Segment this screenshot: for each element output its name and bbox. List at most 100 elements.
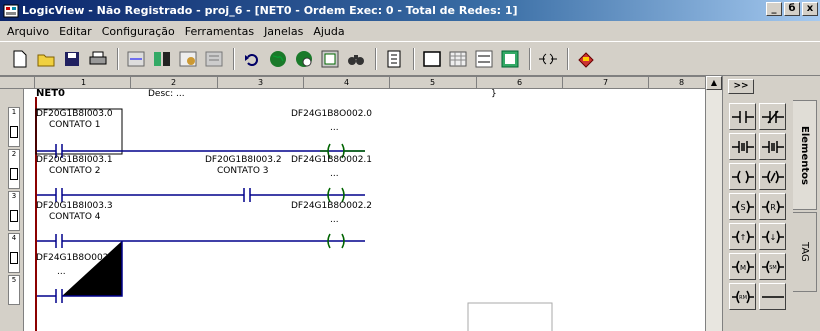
window-title: LogicView - Não Registrado - proj_6 - [N…: [22, 4, 518, 17]
hardware-icon[interactable]: [318, 47, 341, 70]
negated-coil-icon[interactable]: [759, 163, 786, 190]
find-icon[interactable]: [344, 47, 367, 70]
erase-icon[interactable]: [574, 47, 597, 70]
coil-3-tag[interactable]: DF24G1B8O002.2: [291, 201, 372, 211]
coil-1-tag[interactable]: DF24G1B8O002.0: [291, 109, 372, 119]
undo-icon[interactable]: [240, 47, 263, 70]
horizontal-wire-icon[interactable]: [759, 283, 786, 310]
memory-coil-icon[interactable]: M: [729, 253, 756, 280]
contact-1-tag[interactable]: DF20G1B8I003.0: [36, 109, 113, 119]
contact-5-tag[interactable]: DF24G1B8O002.2: [36, 253, 117, 263]
no-contact-icon[interactable]: [729, 103, 756, 130]
set-memory-coil-icon[interactable]: SM: [759, 253, 786, 280]
net-name: NET0: [36, 88, 65, 99]
menu-bar: Arquivo Editar Configuração Ferramentas …: [0, 21, 820, 41]
print-icon[interactable]: [86, 47, 109, 70]
toolbar-separator: [375, 47, 377, 70]
pos-transition-contact-icon[interactable]: [729, 133, 756, 160]
reset-coil-icon[interactable]: R: [759, 193, 786, 220]
reset-memory-coil-icon[interactable]: RM: [729, 283, 756, 310]
save-disk-icon[interactable]: [60, 47, 83, 70]
app-logo-icon: [3, 4, 19, 17]
coil-3-name: ...: [330, 215, 339, 225]
coil-insert-icon[interactable]: [536, 47, 559, 70]
logicview-window: LogicView - Não Registrado - proj_6 - [N…: [0, 0, 820, 331]
close-button[interactable]: x: [802, 2, 818, 16]
empty-cell-outline: [467, 302, 553, 331]
no-contact-2: [55, 188, 63, 202]
grid-icon[interactable]: [446, 47, 469, 70]
vertical-scrollbar[interactable]: ▲: [705, 76, 722, 331]
rung-3: [37, 233, 365, 303]
ruler-col: 6: [476, 77, 562, 89]
fbd-view-icon[interactable]: [150, 47, 173, 70]
menu-ajuda[interactable]: Ajuda: [308, 25, 349, 38]
no-contact-4: [55, 234, 63, 248]
svg-text:S: S: [740, 203, 745, 212]
coil-2-tag[interactable]: DF24G1B8O002.1: [291, 155, 372, 165]
toolbar-separator: [413, 47, 415, 70]
nc-contact-icon[interactable]: [759, 103, 786, 130]
minimize-button[interactable]: _: [766, 2, 782, 16]
globe-refresh-icon[interactable]: [292, 47, 315, 70]
ladder-editor[interactable]: 1 2 3 4 5 6 7 8 1 2 3 4 5 NET0 Desc: ...…: [0, 76, 705, 331]
title-bar[interactable]: LogicView - Não Registrado - proj_6 - [N…: [0, 0, 820, 21]
contact-1-name: CONTATO 1: [49, 120, 101, 130]
ruler-col: 4: [303, 77, 389, 89]
rung-2: [37, 187, 365, 203]
contact-5-name: ...: [57, 267, 66, 277]
function-block-icon[interactable]: [382, 47, 405, 70]
ladder-view-icon[interactable]: [124, 47, 147, 70]
tab-tag[interactable]: TAG: [793, 212, 817, 292]
neg-transition-coil-icon[interactable]: ↓: [759, 223, 786, 250]
coil-1-name: ...: [330, 123, 339, 133]
expand-panel-button[interactable]: >>: [728, 79, 754, 94]
no-contact-5: [55, 289, 63, 303]
contact-3-tag[interactable]: DF20G1B8I003.2: [205, 155, 282, 165]
menu-editar[interactable]: Editar: [54, 25, 97, 38]
tag-table-icon[interactable]: [498, 47, 521, 70]
svg-text:R: R: [770, 203, 776, 212]
ruler-col: 8: [648, 77, 705, 89]
net-description: Desc: ...: [148, 89, 185, 99]
menu-configuracao[interactable]: Configuração: [97, 25, 180, 38]
scroll-up-button[interactable]: ▲: [706, 76, 722, 90]
toolbar-separator: [117, 47, 119, 70]
svg-text:SM: SM: [769, 265, 777, 271]
svg-text:↓: ↓: [769, 233, 776, 242]
ruler-col: 2: [130, 77, 217, 89]
config-icon[interactable]: [202, 47, 225, 70]
rect-icon[interactable]: [420, 47, 443, 70]
coil-icon[interactable]: [729, 163, 756, 190]
contact-4-tag[interactable]: DF20G1B8I003.3: [36, 201, 113, 211]
toolbar-separator: [529, 47, 531, 70]
ruler-col: 7: [562, 77, 648, 89]
set-coil-icon[interactable]: S: [729, 193, 756, 220]
open-folder-icon[interactable]: [34, 47, 57, 70]
description-end: }: [491, 89, 497, 99]
column-ruler: 1 2 3 4 5 6 7 8: [0, 77, 705, 89]
coil-2-name: ...: [330, 169, 339, 179]
contact-2-tag[interactable]: DF20G1B8I003.1: [36, 155, 113, 165]
menu-arquivo[interactable]: Arquivo: [2, 25, 54, 38]
elements-panel: >> S R ↑ ↓ M SM RM Elementos TAG: [722, 76, 820, 331]
svg-text:↑: ↑: [739, 233, 746, 242]
tab-elementos[interactable]: Elementos: [793, 100, 817, 210]
restore-button[interactable]: б: [784, 2, 800, 16]
new-file-icon[interactable]: [8, 47, 31, 70]
contact-4-name: CONTATO 4: [49, 212, 101, 222]
compile-icon[interactable]: [176, 47, 199, 70]
neg-transition-contact-icon[interactable]: [759, 133, 786, 160]
ruler-col: 5: [389, 77, 476, 89]
toolbar-separator: [567, 47, 569, 70]
svg-text:M: M: [739, 264, 745, 272]
menu-ferramentas[interactable]: Ferramentas: [180, 25, 259, 38]
menu-janelas[interactable]: Janelas: [259, 25, 308, 38]
contact-3-name: CONTATO 3: [217, 166, 269, 176]
net1-net2-icon[interactable]: [472, 47, 495, 70]
toolbar: [0, 41, 820, 76]
contact-2-name: CONTATO 2: [49, 166, 101, 176]
pos-transition-coil-icon[interactable]: ↑: [729, 223, 756, 250]
ruler-col: 3: [217, 77, 303, 89]
globe-icon[interactable]: [266, 47, 289, 70]
